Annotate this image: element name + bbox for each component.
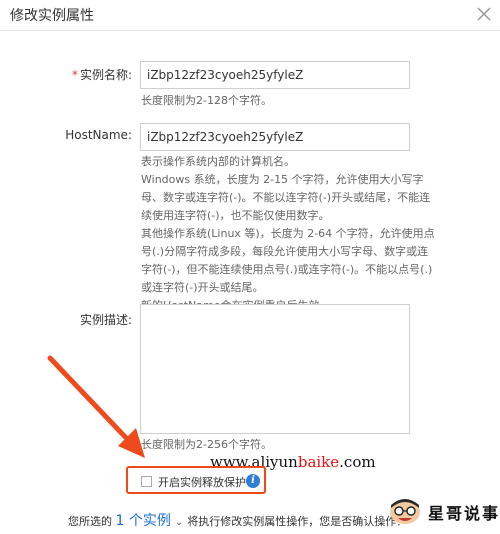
watermark-url-suffix: .com: [339, 453, 376, 471]
confirm-message: 您所选的 1 个实例 ⌄ 将执行修改实例属性操作，您是否确认操作？: [68, 510, 407, 530]
chevron-down-icon[interactable]: ⌄: [175, 517, 183, 528]
brand-text: 星哥说事: [428, 504, 500, 523]
confirm-prefix: 您所选的: [68, 515, 112, 528]
info-icon[interactable]: i: [246, 474, 260, 488]
release-protection-checkbox[interactable]: [141, 476, 152, 487]
mascot-logo: [390, 499, 420, 524]
release-protection-label[interactable]: 开启实例释放保护: [158, 474, 246, 490]
watermark-url-highlight: baike: [297, 453, 340, 471]
instance-count-link[interactable]: 1 个实例: [116, 513, 171, 529]
confirm-suffix: 将执行修改实例属性操作，您是否确认操作？: [187, 515, 408, 528]
